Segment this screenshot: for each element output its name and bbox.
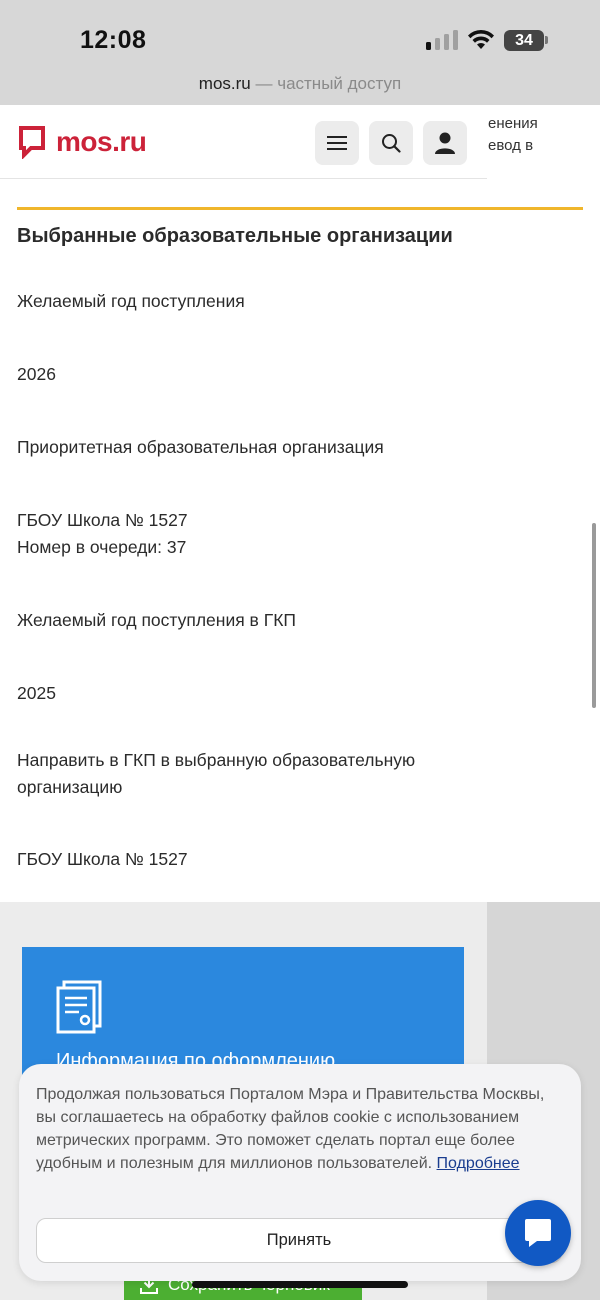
battery-tip [545,36,548,44]
value-desired-year: 2026 [17,364,56,384]
cellular-signal-icon [426,30,458,50]
menu-button[interactable] [315,121,359,165]
queue-number: Номер в очереди: 37 [17,537,187,557]
url-private-suffix: — частный доступ [250,74,402,93]
site-header: mos.ru [0,105,487,179]
home-indicator [192,1281,408,1288]
section-title: Выбранные образовательные организации [17,225,453,247]
search-icon [382,134,401,153]
document-icon [56,980,102,1034]
cookie-banner: Продолжая пользоваться Порталом Мэра и П… [19,1064,581,1281]
site-logo[interactable]: mos.ru [18,122,147,162]
chat-icon [525,1219,551,1247]
accept-cookies-button[interactable]: Принять [36,1218,562,1263]
label-priority-organization: Приоритетная образовательная организация [17,437,384,457]
section-divider [17,207,583,210]
search-button[interactable] [369,121,413,165]
chat-button[interactable] [505,1200,571,1266]
overflow-text: енения евод в [488,115,538,154]
value-gkp-year: 2025 [17,683,56,703]
user-icon [435,132,455,154]
cookie-more-link[interactable]: Подробнее [437,1155,520,1172]
mos-logo-icon [19,126,45,159]
battery-level: 34 [515,32,533,49]
url-bar[interactable]: mos.ru — частный доступ [0,74,600,94]
status-bar: 12:08 34 mos.ru — частный доступ [0,0,600,105]
value-priority-organization: ГБОУ Школа № 1527 [17,510,188,530]
label-gkp-year: Желаемый год поступления в ГКП [17,610,296,630]
clock: 12:08 [80,26,147,54]
logo-text: mos.ru [56,126,147,157]
url-domain: mos.ru [198,74,251,93]
user-button[interactable] [423,121,467,165]
wifi-icon [468,29,494,49]
label-desired-year: Желаемый год поступления [17,291,245,311]
value-gkp-organization: ГБОУ Школа № 1527 [17,849,188,869]
page-scrollbar[interactable] [592,523,596,708]
battery-icon: 34 [504,30,544,51]
menu-icon [327,136,347,150]
cookie-text: Продолжая пользоваться Порталом Мэра и П… [36,1083,556,1175]
label-gkp-direction: Направить в ГКП в выбранную образователь… [17,750,416,797]
